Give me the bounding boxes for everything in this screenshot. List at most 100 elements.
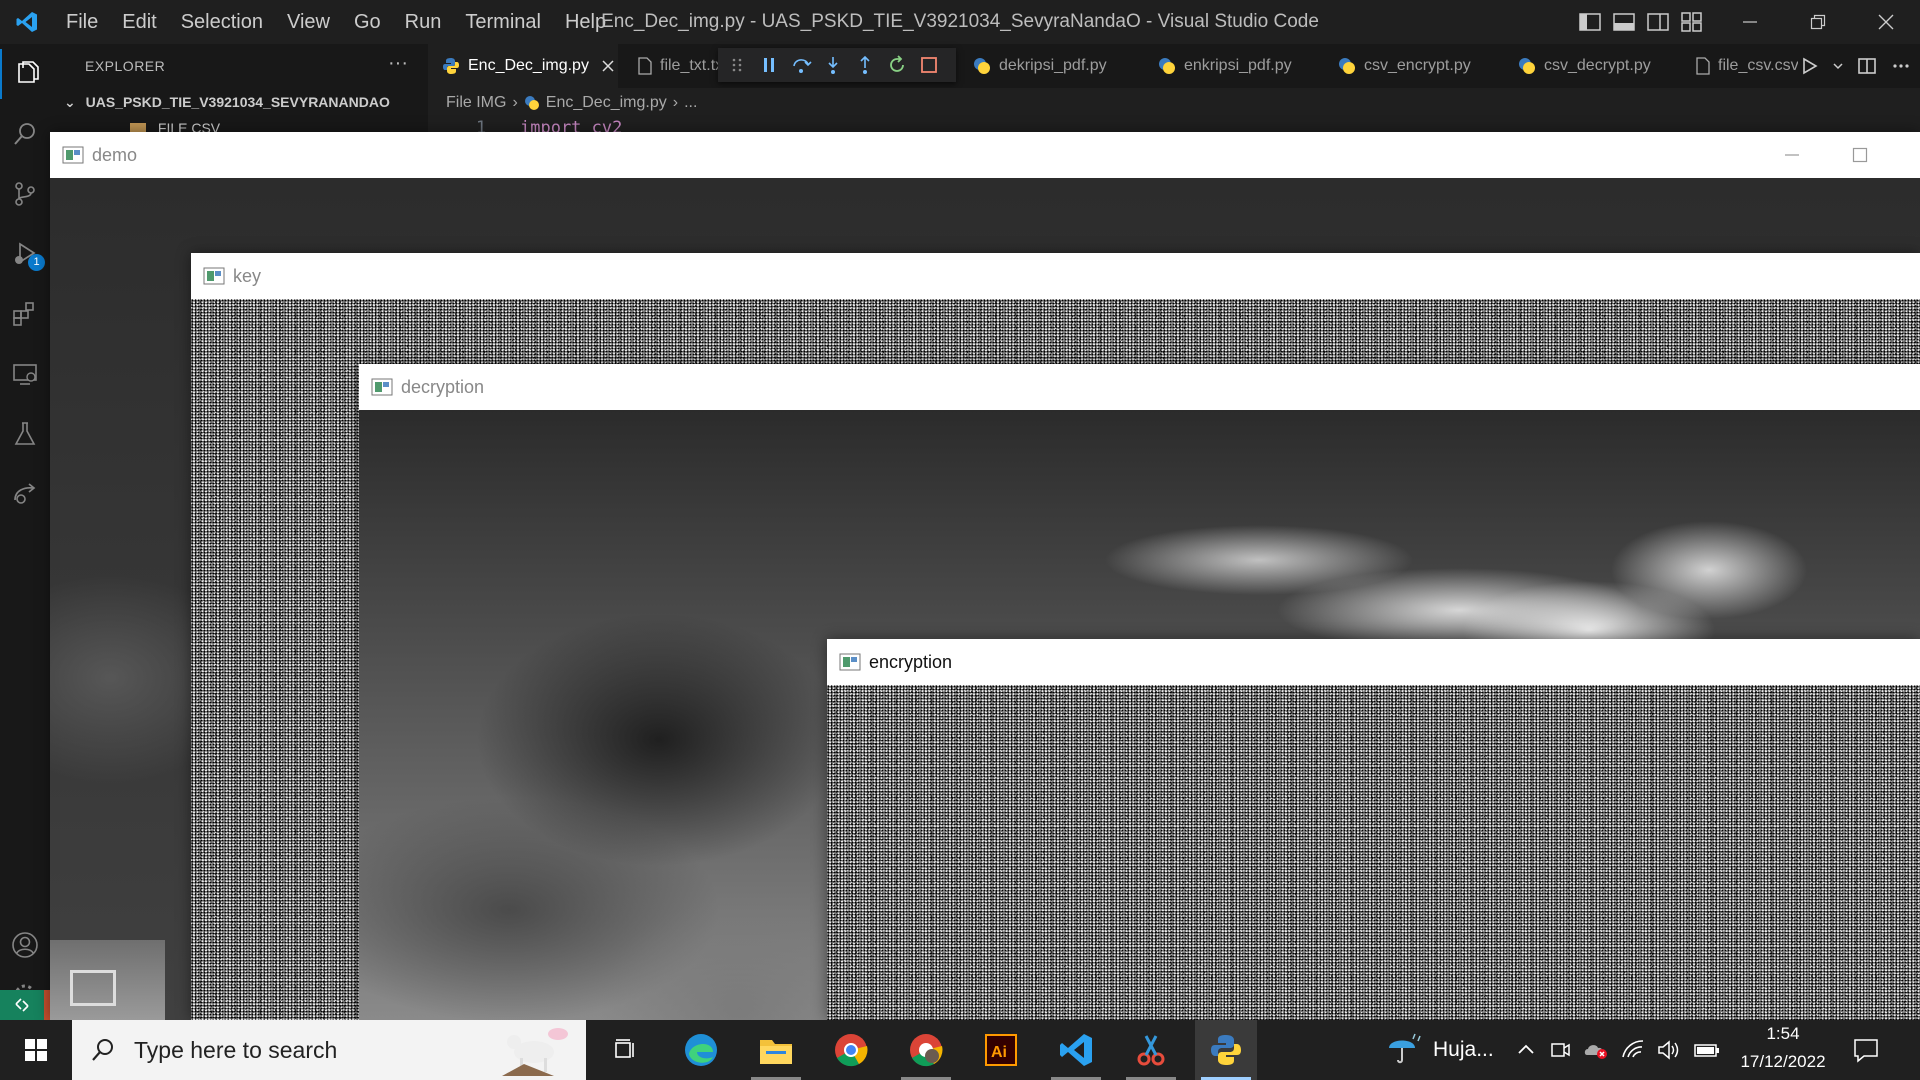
menu-help[interactable]: Help bbox=[553, 0, 618, 44]
minimize-button[interactable] bbox=[1716, 0, 1784, 44]
chevron-down-icon[interactable] bbox=[1832, 60, 1844, 72]
chrome-taskbar-button[interactable] bbox=[820, 1020, 882, 1080]
tab-enkripsi-pdf[interactable]: enkripsi_pdf.py bbox=[1148, 44, 1318, 88]
volume-icon[interactable] bbox=[1657, 1039, 1681, 1061]
workspace-folder[interactable]: ⌄ UAS_PSKD_TIE_V3921034_SEVYRANANDAO bbox=[64, 94, 390, 111]
vscode-taskbar-button[interactable] bbox=[1045, 1020, 1107, 1080]
restore-button[interactable] bbox=[1784, 0, 1852, 44]
weather-widget[interactable]: Huja... bbox=[1385, 1020, 1494, 1080]
line-number: 1 bbox=[476, 118, 487, 132]
close-window-button[interactable] bbox=[1852, 0, 1920, 44]
python-icon bbox=[442, 57, 460, 75]
pause-icon[interactable] bbox=[758, 54, 780, 76]
tab-enc-dec-img[interactable]: Enc_Dec_img.py bbox=[428, 44, 618, 88]
toggle-primary-sidebar-icon[interactable] bbox=[1578, 10, 1602, 34]
clock-time: 1:54 bbox=[1766, 1024, 1800, 1043]
menu-terminal[interactable]: Terminal bbox=[453, 0, 553, 44]
step-out-icon[interactable] bbox=[854, 54, 876, 76]
title-bar: File Edit Selection View Go Run Terminal… bbox=[0, 0, 1920, 44]
maximize-button[interactable] bbox=[1830, 132, 1890, 178]
toggle-panel-icon[interactable] bbox=[1612, 10, 1636, 34]
customize-layout-icon[interactable] bbox=[1680, 10, 1704, 34]
search-icon[interactable] bbox=[0, 109, 50, 159]
tab-dekripsi-pdf[interactable]: dekripsi_pdf.py bbox=[963, 44, 1133, 88]
battery-icon[interactable] bbox=[1693, 1039, 1721, 1061]
close-tab-icon[interactable] bbox=[601, 59, 615, 73]
breadcrumb-folder[interactable]: File IMG bbox=[446, 94, 506, 112]
menu-run[interactable]: Run bbox=[393, 0, 454, 44]
tab-label: dekripsi_pdf.py bbox=[999, 57, 1107, 74]
tab-label: csv_decrypt.py bbox=[1544, 57, 1651, 74]
start-button[interactable] bbox=[0, 1020, 72, 1080]
vscode-icon bbox=[1060, 1034, 1092, 1066]
menu-file[interactable]: File bbox=[54, 0, 110, 44]
tab-label: file_csv.csv bbox=[1718, 57, 1798, 74]
edge-taskbar-button[interactable] bbox=[670, 1020, 732, 1080]
breadcrumb-more[interactable]: ... bbox=[684, 94, 697, 112]
source-control-icon[interactable] bbox=[0, 169, 50, 219]
python-icon bbox=[1158, 57, 1176, 75]
step-into-icon[interactable] bbox=[822, 54, 844, 76]
opencv-window-icon bbox=[203, 267, 225, 285]
taskbar-search-box[interactable]: Type here to search bbox=[72, 1020, 586, 1080]
explorer-icon[interactable] bbox=[0, 49, 52, 99]
cv-window-titlebar[interactable]: decryption bbox=[359, 364, 1920, 410]
toggle-secondary-sidebar-icon[interactable] bbox=[1646, 10, 1670, 34]
breadcrumb-file[interactable]: Enc_Dec_img.py bbox=[546, 94, 667, 112]
run-debug-icon[interactable]: 1 bbox=[0, 229, 50, 279]
show-hidden-icons-chevron-up-icon[interactable] bbox=[1515, 1039, 1537, 1061]
remote-explorer-icon[interactable] bbox=[0, 349, 50, 399]
tab-csv-decrypt[interactable]: csv_decrypt.py bbox=[1508, 44, 1688, 88]
tab-file-csv[interactable]: file_csv.csv bbox=[1688, 44, 1798, 88]
illustrator-taskbar-button[interactable]: Ai bbox=[970, 1020, 1032, 1080]
clock[interactable]: 1:54 17/12/2022 bbox=[1728, 1020, 1838, 1080]
search-placeholder: Type here to search bbox=[134, 1036, 338, 1063]
menu-edit[interactable]: Edit bbox=[110, 0, 168, 44]
notification-center-button[interactable] bbox=[1852, 1020, 1880, 1080]
cv-window-encryption[interactable]: encryption bbox=[827, 639, 1920, 1020]
testing-icon[interactable] bbox=[0, 409, 50, 459]
extensions-icon[interactable] bbox=[0, 289, 50, 339]
meet-now-icon[interactable] bbox=[1549, 1039, 1571, 1061]
file-explorer-taskbar-button[interactable] bbox=[745, 1020, 807, 1080]
task-view-button[interactable] bbox=[594, 1020, 656, 1080]
sidebar-more-button[interactable]: ··· bbox=[388, 52, 408, 75]
tab-file-txt[interactable]: file_txt.tx bbox=[628, 44, 723, 88]
stop-icon[interactable] bbox=[918, 54, 940, 76]
python-taskbar-button[interactable] bbox=[1195, 1020, 1257, 1080]
cv-window-title: demo bbox=[92, 144, 138, 165]
snipping-tool-taskbar-button[interactable] bbox=[1120, 1020, 1182, 1080]
cv-window-titlebar[interactable]: encryption bbox=[827, 639, 1920, 685]
menu-go[interactable]: Go bbox=[342, 0, 393, 44]
layout-controls bbox=[1578, 0, 1704, 44]
live-share-icon[interactable] bbox=[0, 469, 50, 519]
menu-view[interactable]: View bbox=[275, 0, 342, 44]
notification-icon bbox=[1854, 1039, 1878, 1063]
vscode-logo-icon bbox=[0, 0, 54, 44]
minimize-button[interactable] bbox=[1762, 132, 1822, 178]
remote-indicator-button[interactable] bbox=[0, 990, 44, 1020]
run-file-icon[interactable] bbox=[1798, 55, 1820, 77]
chrome-profile-taskbar-button[interactable] bbox=[895, 1020, 957, 1080]
cv-window-title: key bbox=[233, 265, 262, 286]
weather-text: Huja... bbox=[1433, 1038, 1494, 1061]
split-editor-icon[interactable] bbox=[1856, 55, 1878, 77]
opencv-window-icon bbox=[371, 378, 393, 396]
drag-handle-icon[interactable] bbox=[726, 54, 748, 76]
editor-tabs: Enc_Dec_img.py file_txt.tx dekripsi_pdf.… bbox=[428, 44, 1920, 88]
explorer-sidebar: EXPLORER ··· ⌄ UAS_PSKD_TIE_V3921034_SEV… bbox=[50, 44, 428, 136]
step-over-icon[interactable] bbox=[790, 54, 812, 76]
more-actions-icon[interactable] bbox=[1890, 55, 1912, 77]
cv-window-titlebar[interactable]: demo bbox=[50, 132, 1920, 178]
python-icon bbox=[1518, 57, 1536, 75]
chevron-down-icon: ⌄ bbox=[64, 94, 76, 110]
cv-window-titlebar[interactable]: key bbox=[191, 253, 1920, 299]
folder-icon bbox=[760, 1040, 792, 1064]
tab-csv-encrypt[interactable]: csv_encrypt.py bbox=[1328, 44, 1508, 88]
accounts-icon[interactable] bbox=[0, 920, 50, 970]
onedrive-error-icon[interactable] bbox=[1583, 1039, 1609, 1061]
menu-selection[interactable]: Selection bbox=[169, 0, 275, 44]
code-editor[interactable]: 1 import cv2 bbox=[428, 118, 1920, 132]
restart-icon[interactable] bbox=[886, 54, 908, 76]
wifi-icon[interactable] bbox=[1621, 1039, 1645, 1061]
